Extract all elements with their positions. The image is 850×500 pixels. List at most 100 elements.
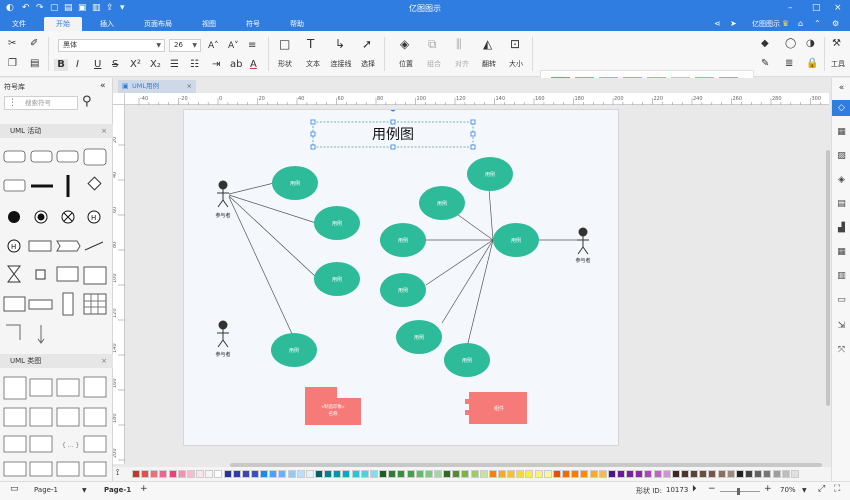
color-swatch[interactable] bbox=[159, 470, 168, 478]
zoom-slider-thumb[interactable] bbox=[737, 488, 740, 495]
subscript-icon[interactable]: X₂ bbox=[150, 59, 161, 71]
superscript-icon[interactable]: X² bbox=[130, 59, 141, 71]
grid-icon[interactable]: ▦ bbox=[832, 124, 850, 140]
color-swatch[interactable] bbox=[433, 470, 442, 478]
presentation-icon[interactable]: ▭ bbox=[832, 292, 850, 308]
menu-home[interactable]: 开始 bbox=[44, 17, 82, 31]
select-label[interactable]: 选择 bbox=[357, 59, 379, 69]
shirt-icon[interactable]: ⌂ bbox=[798, 17, 803, 31]
color-swatch[interactable] bbox=[516, 470, 525, 478]
decrease-font-icon[interactable]: A˅ bbox=[228, 40, 239, 52]
group-label[interactable]: 组合 bbox=[423, 59, 445, 69]
font-size-select[interactable]: 26 ▼ bbox=[169, 39, 201, 52]
cut-icon[interactable]: ✂ bbox=[8, 38, 16, 50]
color-swatch[interactable] bbox=[342, 470, 351, 478]
color-swatch[interactable] bbox=[168, 470, 177, 478]
tab-close-icon[interactable]: × bbox=[187, 80, 192, 93]
send-icon[interactable]: ➤ bbox=[730, 17, 737, 31]
color-swatch[interactable] bbox=[699, 470, 708, 478]
color-swatch[interactable] bbox=[717, 470, 726, 478]
more-icon[interactable]: ⋮ bbox=[8, 98, 17, 108]
color-swatch[interactable] bbox=[708, 470, 717, 478]
color-swatch[interactable] bbox=[507, 470, 516, 478]
color-swatch[interactable] bbox=[223, 470, 232, 478]
color-swatch[interactable] bbox=[379, 470, 388, 478]
fill-icon[interactable]: ◆ bbox=[761, 38, 769, 50]
color-swatch[interactable] bbox=[360, 470, 369, 478]
color-swatch[interactable] bbox=[296, 470, 305, 478]
color-swatch[interactable] bbox=[278, 470, 287, 478]
color-swatch[interactable] bbox=[232, 470, 241, 478]
page-view-icon[interactable]: ▭ bbox=[10, 484, 19, 494]
color-swatch[interactable] bbox=[552, 470, 561, 478]
line-weight-icon[interactable]: ≣ bbox=[785, 58, 793, 70]
collapse-panel-icon[interactable]: « bbox=[100, 81, 106, 91]
format-painter-icon[interactable]: ✐ bbox=[30, 38, 38, 50]
fill-style-icon[interactable]: ◇ bbox=[832, 100, 850, 116]
group-icon[interactable]: ⧉ bbox=[428, 38, 437, 50]
color-swatch[interactable] bbox=[763, 470, 772, 478]
expand-panel-icon[interactable]: « bbox=[832, 80, 850, 96]
vertical-scrollbar[interactable] bbox=[826, 150, 830, 406]
zoom-in-icon[interactable]: + bbox=[764, 484, 772, 494]
color-swatch[interactable] bbox=[269, 470, 278, 478]
shape-label[interactable]: 形状 bbox=[275, 59, 295, 69]
maximize-icon[interactable]: □ bbox=[812, 2, 821, 14]
share-icon[interactable]: ⋖ bbox=[714, 17, 721, 31]
color-swatch[interactable] bbox=[571, 470, 580, 478]
color-swatch[interactable] bbox=[214, 470, 223, 478]
paste-icon[interactable]: ▤ bbox=[30, 58, 39, 70]
color-swatch[interactable] bbox=[589, 470, 598, 478]
color-swatch[interactable] bbox=[241, 470, 250, 478]
align-label[interactable]: 对齐 bbox=[451, 59, 473, 69]
text-label[interactable]: 文本 bbox=[303, 59, 323, 69]
highlight-icon[interactable]: ab bbox=[230, 59, 242, 71]
color-swatch[interactable] bbox=[598, 470, 607, 478]
color-swatch[interactable] bbox=[406, 470, 415, 478]
color-swatch[interactable] bbox=[351, 470, 360, 478]
menu-insert[interactable]: 插入 bbox=[92, 17, 122, 31]
shadow-icon[interactable]: ◑ bbox=[806, 38, 815, 50]
color-swatch[interactable] bbox=[498, 470, 506, 478]
color-swatch[interactable] bbox=[415, 470, 424, 478]
color-swatch[interactable] bbox=[534, 470, 543, 478]
color-swatch[interactable] bbox=[461, 470, 470, 478]
color-swatch[interactable] bbox=[644, 470, 653, 478]
color-swatch[interactable] bbox=[681, 470, 689, 478]
select-pointer-icon[interactable]: ➚ bbox=[362, 38, 372, 50]
color-swatch[interactable] bbox=[260, 470, 269, 478]
color-swatch[interactable] bbox=[754, 470, 763, 478]
line-style-icon[interactable]: ◯ bbox=[785, 38, 796, 50]
color-swatch[interactable] bbox=[333, 470, 342, 478]
connector-icon[interactable]: ↳ bbox=[335, 38, 345, 50]
page-dropdown-icon[interactable]: ▼ bbox=[82, 487, 87, 494]
text-tool-icon[interactable]: T bbox=[307, 38, 314, 50]
canvas-area[interactable]: 用例图 参与者 参与者 参与者 用例 用例 用例 用例 用例 用例 用例 用例 … bbox=[125, 105, 829, 464]
align-text-icon[interactable]: ≡ bbox=[248, 40, 256, 52]
image-icon[interactable]: ▨ bbox=[832, 148, 850, 164]
color-swatch[interactable] bbox=[690, 470, 699, 478]
align-icon[interactable]: ⫼ bbox=[456, 38, 462, 50]
layers-icon[interactable]: ◈ bbox=[832, 172, 850, 188]
collapse-ribbon-icon[interactable]: ⌃ bbox=[814, 17, 821, 31]
color-swatch[interactable] bbox=[525, 470, 534, 478]
color-swatch[interactable] bbox=[452, 470, 461, 478]
settings-icon[interactable]: ⚙ bbox=[832, 17, 839, 31]
library-header-uml-activity[interactable]: UML 活动 × bbox=[0, 124, 113, 138]
color-swatch[interactable] bbox=[781, 470, 790, 478]
color-swatch[interactable] bbox=[388, 470, 397, 478]
document-tab[interactable]: UML用例 ▣ × bbox=[118, 80, 196, 93]
tools-label[interactable]: 工具 bbox=[829, 59, 847, 69]
fill-bucket-icon[interactable]: ⟟ bbox=[116, 468, 119, 478]
zoom-dropdown-icon[interactable]: ▼ bbox=[802, 487, 807, 494]
color-swatch[interactable] bbox=[790, 470, 799, 478]
color-swatch[interactable] bbox=[177, 470, 186, 478]
line-color-icon[interactable]: ✎ bbox=[761, 58, 769, 70]
italic-icon[interactable]: I bbox=[76, 59, 79, 71]
color-swatch[interactable] bbox=[488, 470, 497, 478]
color-swatch[interactable] bbox=[626, 470, 635, 478]
color-swatch[interactable] bbox=[580, 470, 589, 478]
close-icon[interactable]: × bbox=[101, 124, 107, 138]
document-icon[interactable]: ▥ bbox=[832, 268, 850, 284]
user-account[interactable]: 亿图图示 bbox=[752, 17, 780, 31]
